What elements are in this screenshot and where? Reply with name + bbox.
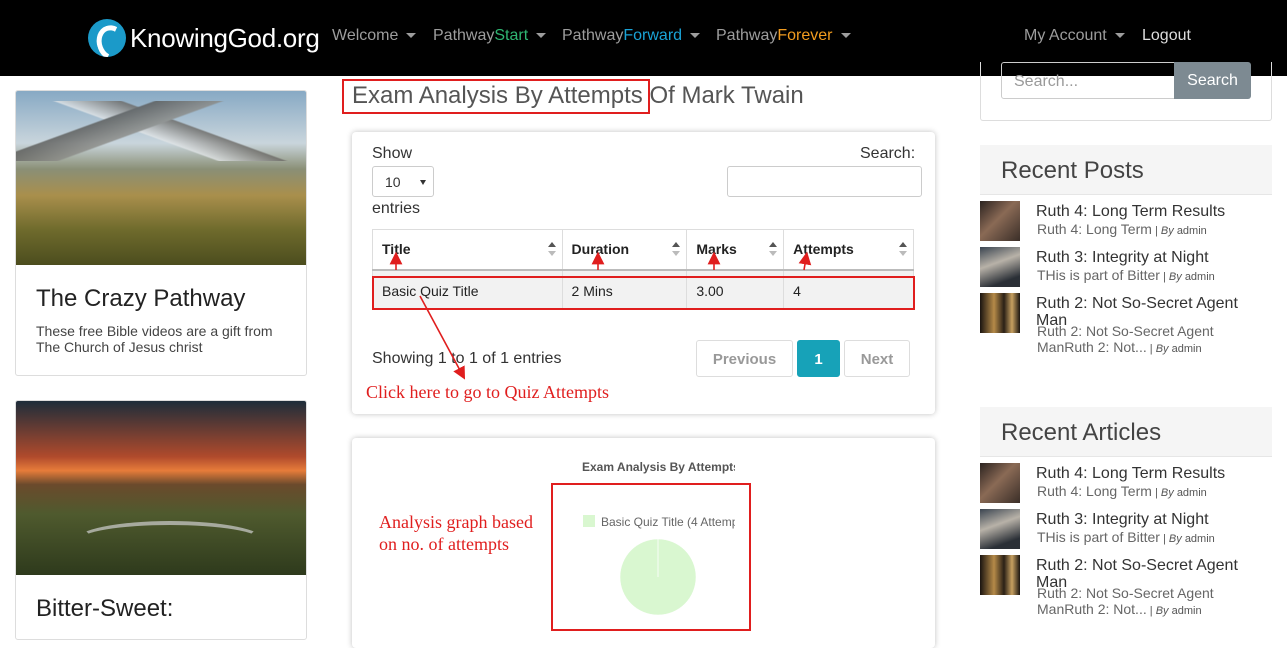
nav-pathway-forever[interactable]: PathwayForever bbox=[716, 27, 851, 45]
post-excerpt: THis is part of Bitter | By admin bbox=[1037, 267, 1257, 285]
post-title[interactable]: Ruth 4: Long Term Results bbox=[1036, 465, 1272, 482]
legend-swatch[interactable] bbox=[583, 515, 595, 527]
by-label: By bbox=[1160, 487, 1174, 499]
logo-text: KnowingGod.org bbox=[130, 22, 320, 53]
nav-welcome-label: Welcome bbox=[332, 27, 399, 44]
post-title[interactable]: Ruth 4: Long Term Results bbox=[1036, 203, 1272, 220]
nav-my-account-label: My Account bbox=[1024, 27, 1107, 44]
post-excerpt-text: THis is part of Bitter bbox=[1037, 529, 1160, 545]
post-byline: | By admin bbox=[1159, 533, 1215, 545]
post-byline: | By admin bbox=[1151, 487, 1207, 499]
post-excerpt: Ruth 4: Long Term | By admin bbox=[1037, 221, 1257, 239]
post-excerpt-text: THis is part of Bitter bbox=[1037, 267, 1160, 283]
post-thumbnail[interactable] bbox=[980, 463, 1020, 503]
graph-annotation-line2: on no. of attempts bbox=[379, 534, 509, 554]
post-title[interactable]: Ruth 3: Integrity at Night bbox=[1036, 249, 1272, 266]
page-size-value: 10 bbox=[385, 174, 401, 190]
nav-start-label: Start bbox=[494, 27, 529, 44]
post-thumbnail[interactable] bbox=[980, 247, 1020, 287]
search-label: Search: bbox=[860, 145, 916, 162]
post-author[interactable]: admin bbox=[1172, 343, 1202, 355]
post-excerpt-text: Ruth 4: Long Term bbox=[1037, 221, 1152, 237]
next-button[interactable]: Next bbox=[844, 340, 910, 377]
sidebar-search-button[interactable]: Search bbox=[1174, 62, 1251, 99]
nav-logout[interactable]: Logout bbox=[1142, 27, 1191, 45]
nav-pathway-prefix: Pathway bbox=[562, 27, 624, 44]
click-annotation: Click here to go to Quiz Attempts bbox=[366, 382, 609, 402]
annotation-arrows bbox=[389, 251, 812, 380]
nav-pathway-prefix: Pathway bbox=[433, 27, 495, 44]
by-label: By bbox=[1168, 271, 1182, 283]
entries-label: entries bbox=[372, 200, 421, 217]
post-excerpt: THis is part of Bitter | By admin bbox=[1037, 529, 1257, 547]
post-byline: | By admin bbox=[1146, 605, 1202, 617]
caret-down-icon bbox=[840, 33, 851, 39]
nav-logout-label: Logout bbox=[1142, 27, 1191, 44]
show-label: Show bbox=[372, 145, 413, 162]
post-excerpt: Ruth 4: Long Term | By admin bbox=[1037, 483, 1257, 501]
caret-down-icon bbox=[406, 33, 417, 39]
by-label: By bbox=[1155, 343, 1169, 355]
card-image bbox=[16, 401, 306, 575]
nav-welcome[interactable]: Welcome bbox=[332, 27, 417, 45]
by-label: By bbox=[1155, 605, 1169, 617]
by-label: By bbox=[1160, 225, 1174, 237]
post-excerpt: Ruth 2: Not So-Secret Agent ManRuth 2: N… bbox=[1037, 585, 1257, 619]
post-title[interactable]: Ruth 3: Integrity at Night bbox=[1036, 511, 1272, 528]
page-title-rest: Of Mark Twain bbox=[649, 82, 804, 109]
post-thumbnail[interactable] bbox=[980, 293, 1020, 333]
graph-annotation-line1: Analysis graph based bbox=[379, 512, 533, 532]
post-author[interactable]: admin bbox=[1185, 533, 1215, 545]
post-author[interactable]: admin bbox=[1177, 225, 1207, 237]
chart-title: Exam Analysis By Attempts bbox=[582, 460, 735, 474]
pathway-card[interactable]: Bitter-Sweet: bbox=[15, 400, 307, 640]
post-author[interactable]: admin bbox=[1172, 605, 1202, 617]
logo-icon bbox=[88, 19, 126, 57]
nav-pathway-forward[interactable]: PathwayForward bbox=[562, 27, 701, 45]
annotation-box bbox=[342, 79, 650, 114]
post-author[interactable]: admin bbox=[1177, 487, 1207, 499]
page-size-select[interactable]: 10 bbox=[372, 166, 434, 197]
post-byline: | By admin bbox=[1151, 225, 1207, 237]
nav-forward-label: Forward bbox=[623, 27, 683, 44]
table-search-input[interactable] bbox=[727, 166, 922, 197]
card-title: Bitter-Sweet: bbox=[36, 595, 174, 622]
site-logo[interactable]: KnowingGod.org bbox=[88, 18, 320, 58]
nav-forever-label: Forever bbox=[777, 27, 833, 44]
post-thumbnail[interactable] bbox=[980, 201, 1020, 241]
recent-posts-heading: Recent Posts bbox=[980, 145, 1272, 195]
post-thumbnail[interactable] bbox=[980, 555, 1020, 595]
nav-my-account[interactable]: My Account bbox=[1024, 27, 1125, 45]
card-title: The Crazy Pathway bbox=[36, 285, 246, 312]
recent-articles-heading: Recent Articles bbox=[980, 407, 1272, 457]
pie-chart bbox=[619, 538, 697, 616]
post-excerpt-text: Ruth 4: Long Term bbox=[1037, 483, 1152, 499]
caret-down-icon bbox=[1114, 33, 1125, 39]
sidebar-search-input[interactable]: Search... bbox=[1001, 62, 1175, 99]
nav-pathway-prefix: Pathway bbox=[716, 27, 778, 44]
caret-down-icon bbox=[690, 33, 701, 39]
nav-pathway-start[interactable]: PathwayStart bbox=[433, 27, 547, 45]
post-byline: | By admin bbox=[1159, 271, 1215, 283]
post-byline: | By admin bbox=[1146, 343, 1202, 355]
pathway-card[interactable]: The Crazy Pathway These free Bible video… bbox=[15, 90, 307, 376]
post-thumbnail[interactable] bbox=[980, 509, 1020, 549]
post-author[interactable]: admin bbox=[1185, 271, 1215, 283]
post-excerpt: Ruth 2: Not So-Secret Agent ManRuth 2: N… bbox=[1037, 323, 1257, 357]
card-description: These free Bible videos are a gift from … bbox=[36, 323, 273, 355]
caret-down-icon bbox=[536, 33, 547, 39]
sort-icon bbox=[899, 242, 907, 256]
by-label: By bbox=[1168, 533, 1182, 545]
card-image bbox=[16, 91, 306, 265]
